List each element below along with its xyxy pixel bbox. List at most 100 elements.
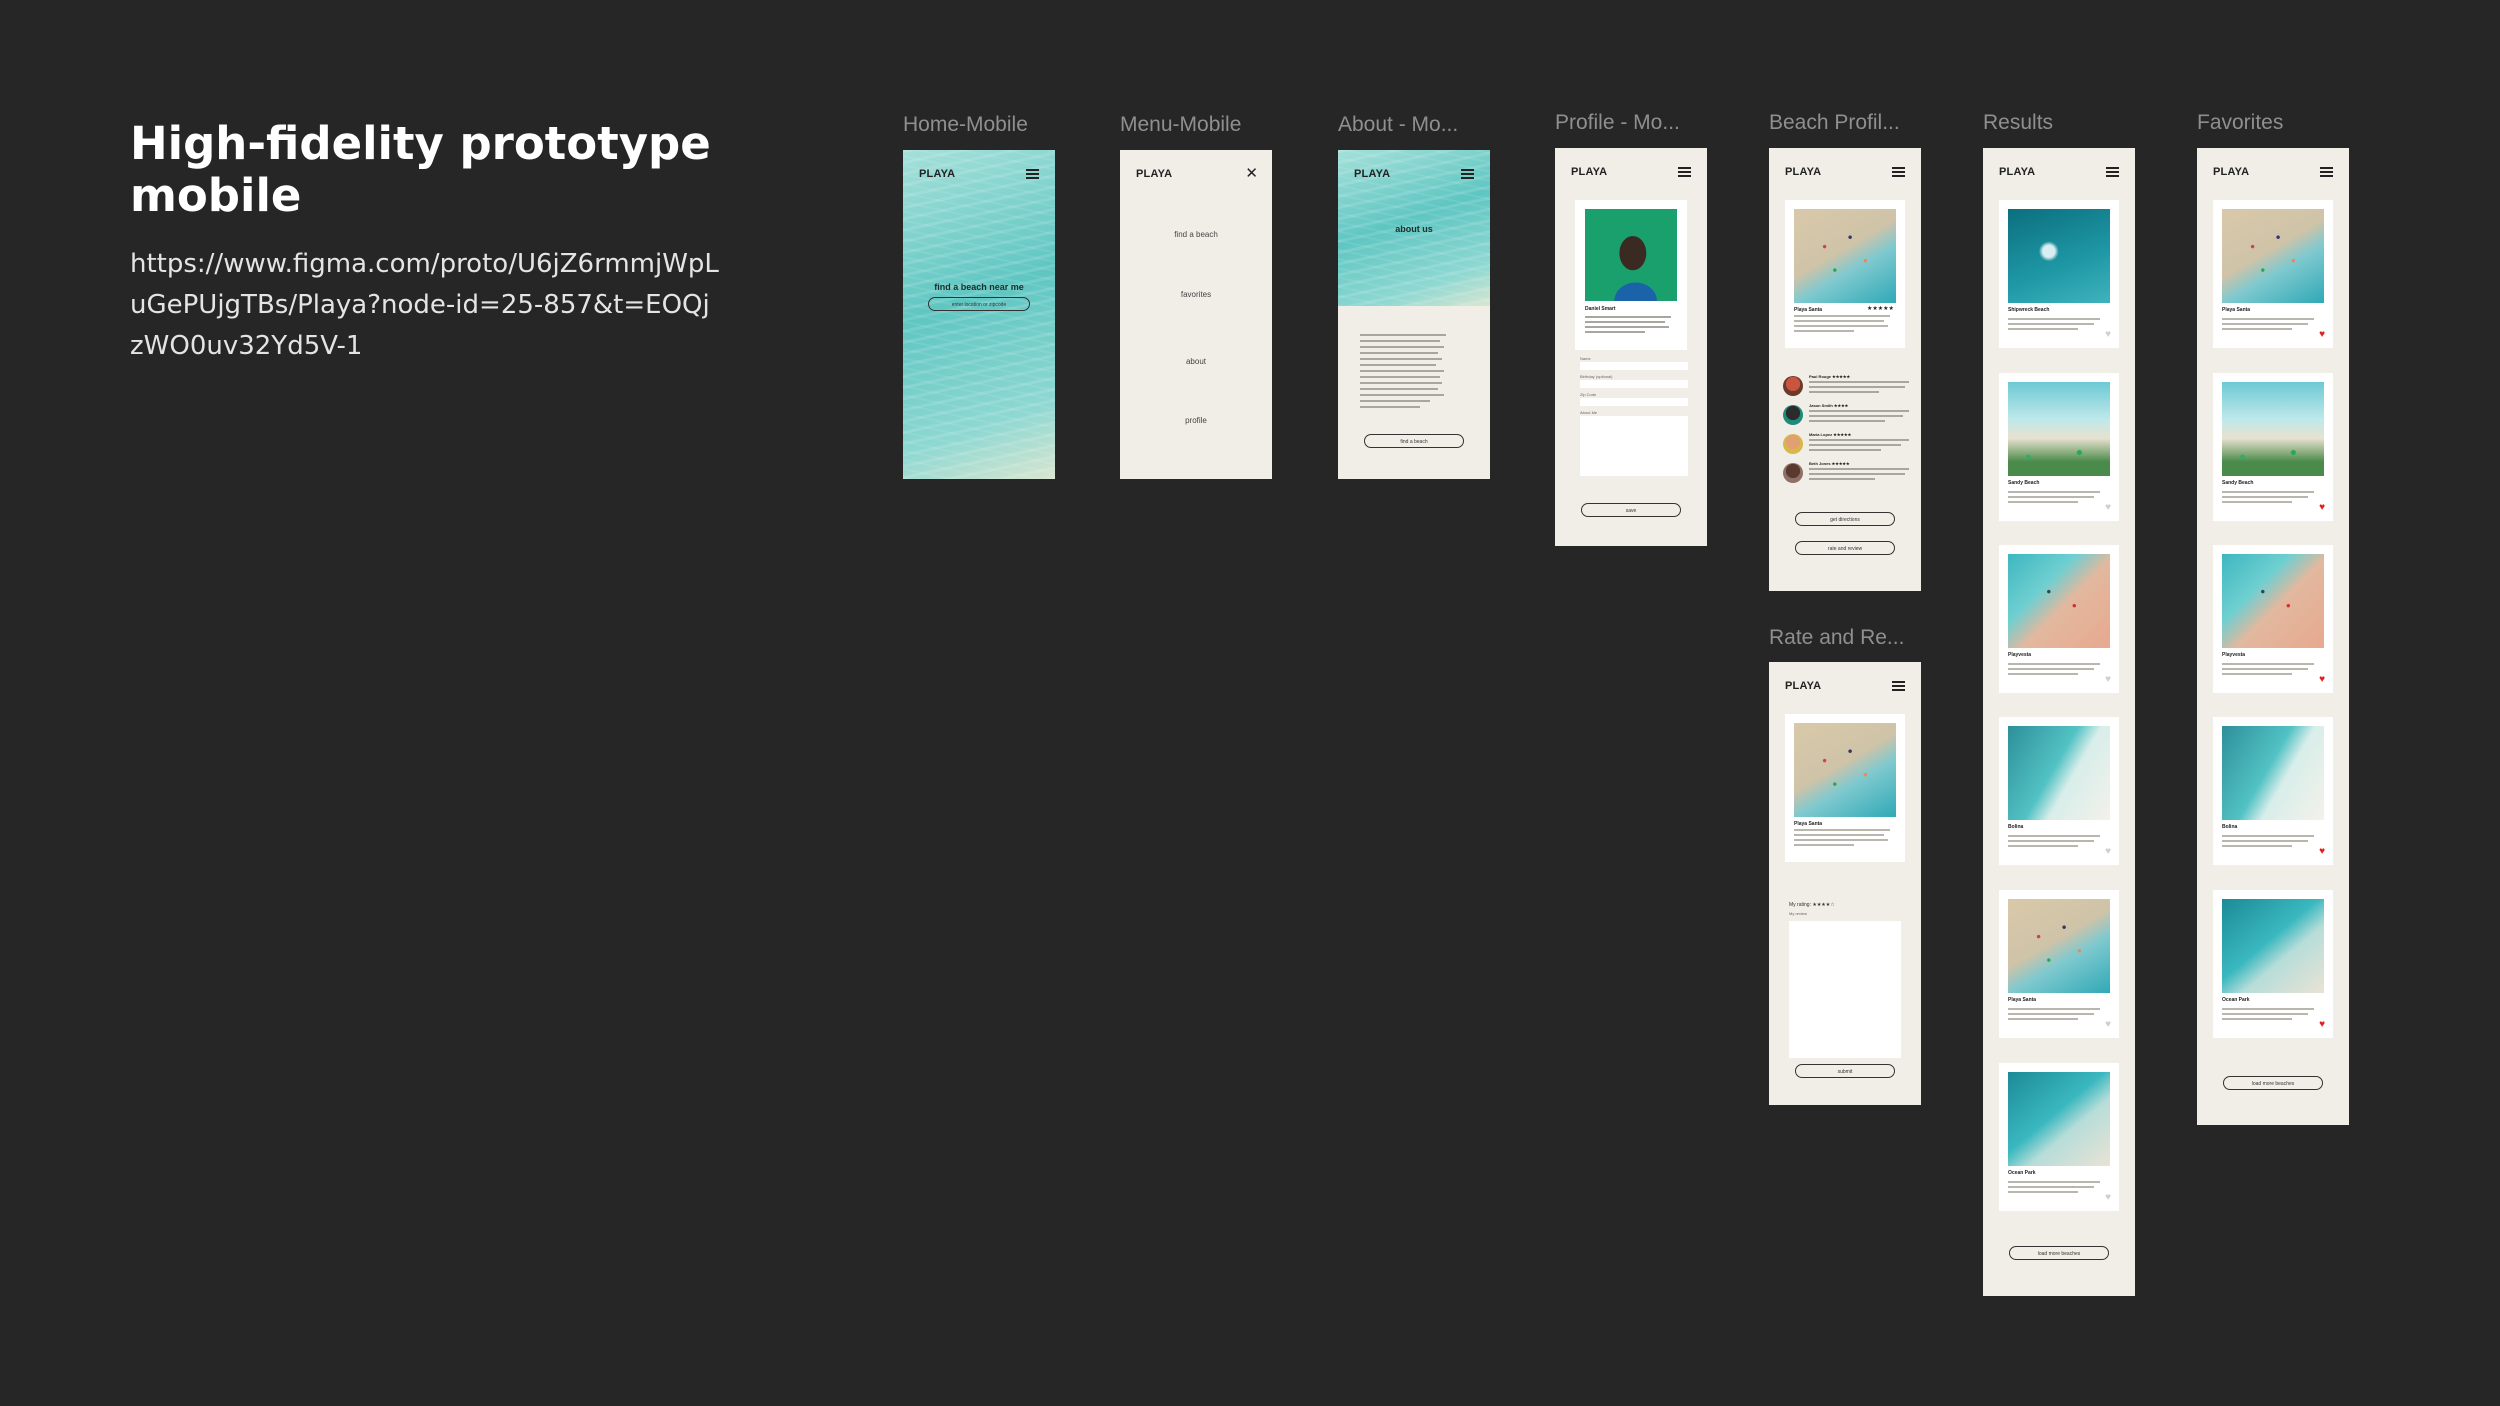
beach-name: Playa Santa [1794,821,1823,827]
name-input[interactable] [1580,362,1688,370]
get-directions-button[interactable]: get directions [1795,512,1895,526]
logo[interactable]: PLAYA [1785,166,1821,178]
beach-photo [2222,899,2324,993]
frame-favorites-mobile[interactable]: PLAYA Playa Santa ♥ Sandy Beach ♥ Playve… [2197,148,2349,1125]
beach-card: Playa Santa ★★★★★ [1785,200,1905,348]
logo[interactable]: PLAYA [1571,166,1607,178]
logo[interactable]: PLAYA [1136,168,1172,180]
beach-name: Playvesta [2008,652,2032,658]
beach-name: Playa Santa [2008,997,2037,1003]
page-title: High-fidelity prototype mobile [130,117,711,222]
birthday-input[interactable] [1580,380,1688,388]
frame-label-results[interactable]: Results [1983,111,2053,135]
reviewer-avatar [1783,463,1803,483]
heart-icon[interactable]: ♥ [2105,847,2111,857]
favorite-beach-card[interactable]: Ocean Park ♥ [2213,890,2333,1038]
birthday-field-label: Birthday (optional) [1580,374,1613,379]
heart-icon[interactable]: ♥ [2105,503,2111,513]
hamburger-menu-icon[interactable] [2320,167,2333,177]
menu-item-profile[interactable]: profile [1120,416,1272,425]
beach-photo [1794,723,1896,817]
my-review-label: My review [1789,911,1808,916]
save-button[interactable]: save [1581,503,1681,517]
review-textarea[interactable] [1789,921,1901,1058]
favorite-beach-card[interactable]: Sandy Beach ♥ [2213,373,2333,521]
heart-filled-icon[interactable]: ♥ [2319,503,2325,513]
beach-result-card[interactable]: Playa Santa ♥ [1999,890,2119,1038]
beach-rating: ★★★★★ [1867,306,1894,312]
frame-home-mobile[interactable]: PLAYA find a beach near me enter locatio… [903,150,1055,479]
frame-label-home[interactable]: Home-Mobile [903,113,1028,137]
reviewer-avatar [1783,376,1803,396]
beach-name: Sandy Beach [2222,480,2254,486]
hamburger-menu-icon[interactable] [1678,167,1691,177]
heart-filled-icon[interactable]: ♥ [2319,330,2325,340]
logo[interactable]: PLAYA [919,168,955,180]
heart-icon[interactable]: ♥ [2105,675,2111,685]
beach-result-card[interactable]: Playvesta ♥ [1999,545,2119,693]
reviewer-name: Jason Smith ★★★★ [1809,403,1849,408]
submit-button[interactable]: submit [1795,1064,1895,1078]
logo[interactable]: PLAYA [1999,166,2035,178]
logo[interactable]: PLAYA [1785,680,1821,692]
prototype-link[interactable]: https://www.figma.com/proto/U6jZ6rmmjWpL… [130,244,720,367]
find-a-beach-button[interactable]: find a beach [1364,434,1464,448]
load-more-beaches-button[interactable]: load more beaches [2223,1076,2323,1090]
beach-name: Ocean Park [2222,997,2250,1003]
frame-label-favorites[interactable]: Favorites [2197,111,2283,135]
frame-label-rate-review[interactable]: Rate and Re... [1769,626,1904,650]
heart-icon[interactable]: ♥ [2105,330,2111,340]
favorite-beach-card[interactable]: Playa Santa ♥ [2213,200,2333,348]
beach-photo [1794,209,1896,303]
zip-code-input[interactable] [1580,398,1688,406]
hamburger-menu-icon[interactable] [1461,169,1474,179]
favorite-beach-card[interactable]: Bolina ♥ [2213,717,2333,865]
menu-item-about[interactable]: about [1120,357,1272,366]
load-more-beaches-button[interactable]: load more beaches [2009,1246,2109,1260]
beach-photo [2008,382,2110,476]
heart-icon[interactable]: ♥ [2105,1020,2111,1030]
beach-name: Bolina [2008,824,2024,830]
menu-item-favorites[interactable]: favorites [1120,290,1272,299]
location-search-input[interactable]: enter location or zipcode [928,297,1030,311]
about-me-textarea[interactable] [1580,416,1688,476]
beach-result-card[interactable]: Shipwreck Beach ♥ [1999,200,2119,348]
hamburger-menu-icon[interactable] [1026,169,1039,179]
hamburger-menu-icon[interactable] [1892,681,1905,691]
beach-photo [2222,382,2324,476]
about-heading: about us [1395,224,1433,234]
hamburger-menu-icon[interactable] [1892,167,1905,177]
frame-label-beach-profile[interactable]: Beach Profil... [1769,111,1900,135]
logo[interactable]: PLAYA [2213,166,2249,178]
frame-label-profile[interactable]: Profile - Mo... [1555,111,1680,135]
reviewer-avatar [1783,434,1803,454]
frame-profile-mobile[interactable]: PLAYA Daniel Smart Name Birthday (option… [1555,148,1707,546]
hamburger-menu-icon[interactable] [2106,167,2119,177]
my-rating-stars[interactable]: My rating: ★★★★☆ [1789,902,1835,908]
heart-filled-icon[interactable]: ♥ [2319,1020,2325,1030]
logo[interactable]: PLAYA [1354,168,1390,180]
beach-result-card[interactable]: Bolina ♥ [1999,717,2119,865]
beach-name: Playa Santa [2222,307,2251,313]
beach-name: Playvesta [2222,652,2246,658]
frame-menu-mobile[interactable]: PLAYA ✕ find a beach favorites about pro… [1120,150,1272,479]
beach-result-card[interactable]: Ocean Park ♥ [1999,1063,2119,1211]
heart-icon[interactable]: ♥ [2105,1193,2111,1203]
frame-about-mobile[interactable]: PLAYA about us find a beach [1338,150,1490,479]
beach-result-card[interactable]: Sandy Beach ♥ [1999,373,2119,521]
zip-code-field-label: Zip Code [1580,392,1597,397]
heart-filled-icon[interactable]: ♥ [2319,675,2325,685]
frame-results-mobile[interactable]: PLAYA Shipwreck Beach ♥ Sandy Beach ♥ Pl… [1983,148,2135,1296]
frame-label-menu[interactable]: Menu-Mobile [1120,113,1241,137]
beach-name: Bolina [2222,824,2238,830]
menu-item-find-a-beach[interactable]: find a beach [1120,230,1272,239]
favorite-beach-card[interactable]: Playvesta ♥ [2213,545,2333,693]
beach-photo [2222,209,2324,303]
close-icon[interactable]: ✕ [1245,164,1258,182]
reviewer-name: Beth Jones ★★★★★ [1809,461,1850,466]
frame-rate-and-review-mobile[interactable]: PLAYA Playa Santa My rating: ★★★★☆ My re… [1769,662,1921,1105]
rate-and-review-button[interactable]: rate and review [1795,541,1895,555]
heart-filled-icon[interactable]: ♥ [2319,847,2325,857]
frame-beach-profile-mobile[interactable]: PLAYA Playa Santa ★★★★★ Paul Rouge ★★★★★… [1769,148,1921,591]
frame-label-about[interactable]: About - Mo... [1338,113,1458,137]
